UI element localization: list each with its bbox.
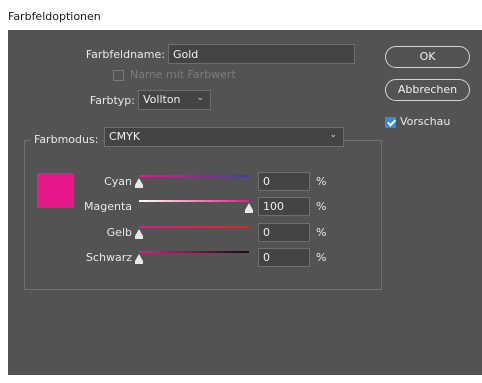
name-with-value-checkbox[interactable] xyxy=(113,70,124,81)
slider-thumb-cyan[interactable] xyxy=(135,178,143,188)
channel-input-schwarz[interactable] xyxy=(258,248,310,267)
preview-label: Vorschau xyxy=(400,115,451,128)
window-title: Farbfeldoptionen xyxy=(8,10,101,23)
name-with-value-label: Name mit Farbwert xyxy=(130,68,236,81)
swatch-name-input[interactable] xyxy=(168,44,355,64)
percent-unit: % xyxy=(316,251,327,264)
ok-button[interactable]: OK xyxy=(385,46,470,68)
channel-input-gelb[interactable] xyxy=(258,223,310,242)
cancel-button[interactable]: Abbrechen xyxy=(385,79,470,101)
color-mode-group xyxy=(24,140,382,290)
color-type-label: Farbtyp: xyxy=(89,94,135,107)
percent-unit: % xyxy=(316,175,327,188)
channel-label-gelb: Gelb xyxy=(106,226,132,239)
channel-input-magenta[interactable] xyxy=(258,197,310,216)
title-bar: Farbfeldoptionen xyxy=(0,0,482,30)
color-mode-select[interactable]: CMYK ⌄ xyxy=(104,127,344,147)
color-type-value: Vollton xyxy=(143,93,181,106)
slider-track-schwarz[interactable] xyxy=(139,251,249,253)
slider-track-cyan[interactable] xyxy=(139,175,249,177)
percent-unit: % xyxy=(316,200,327,213)
channel-label-cyan: Cyan xyxy=(104,175,132,188)
slider-thumb-gelb[interactable] xyxy=(135,229,143,239)
color-mode-value: CMYK xyxy=(109,130,141,143)
channel-input-cyan[interactable] xyxy=(258,172,310,191)
channel-label-schwarz: Schwarz xyxy=(85,251,132,264)
preview-checkbox[interactable] xyxy=(385,117,396,128)
percent-unit: % xyxy=(316,226,327,239)
chevron-down-icon: ⌄ xyxy=(196,93,204,103)
slider-track-magenta[interactable] xyxy=(139,200,249,202)
chevron-down-icon: ⌄ xyxy=(329,130,337,140)
swatch-name-label: Farbfeldname: xyxy=(85,48,165,61)
slider-thumb-schwarz[interactable] xyxy=(135,254,143,264)
color-type-select[interactable]: Vollton ⌄ xyxy=(138,90,211,110)
channel-label-magenta: Magenta xyxy=(83,200,132,213)
slider-thumb-magenta[interactable] xyxy=(245,203,253,213)
color-mode-label: Farbmodus: xyxy=(30,133,103,146)
dialog-body: Farbfeldname: Name mit Farbwert Farbtyp:… xyxy=(8,30,482,375)
slider-track-gelb[interactable] xyxy=(139,226,249,228)
